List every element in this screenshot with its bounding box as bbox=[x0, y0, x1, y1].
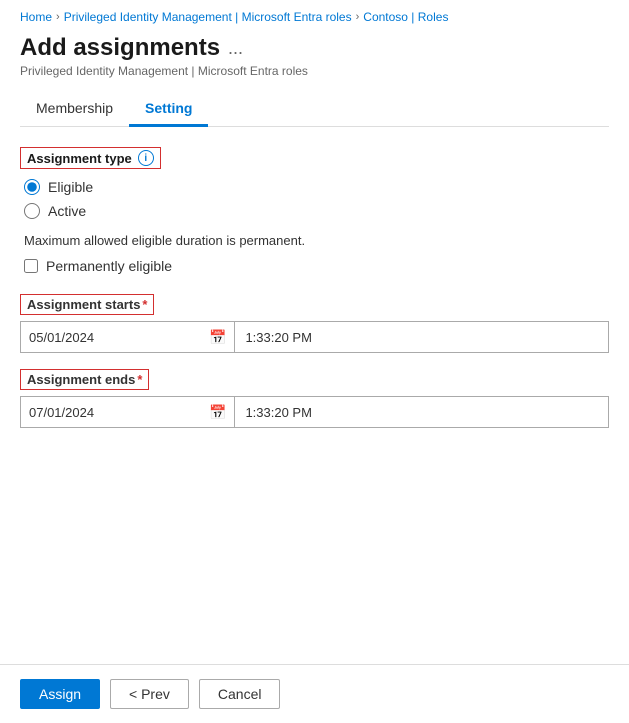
radio-active-label: Active bbox=[48, 203, 86, 219]
assignment-ends-label-text: Assignment ends bbox=[27, 372, 135, 387]
assignment-starts-time-wrap bbox=[235, 321, 609, 353]
breadcrumb-sep-2: › bbox=[356, 11, 360, 23]
settings-content: Assignment type i Eligible Active Maximu… bbox=[0, 127, 629, 664]
assignment-starts-time-input[interactable] bbox=[245, 330, 598, 345]
assignment-type-label: Assignment type i bbox=[20, 147, 161, 169]
assignment-starts-label-text: Assignment starts bbox=[27, 297, 140, 312]
assignment-starts-label: Assignment starts * bbox=[20, 294, 154, 315]
assignment-ends-required: * bbox=[137, 372, 142, 387]
tabs-bar: Membership Setting bbox=[20, 92, 609, 127]
page-title-ellipsis[interactable]: ... bbox=[228, 38, 243, 59]
breadcrumb-contoso[interactable]: Contoso | Roles bbox=[363, 10, 448, 24]
permanently-eligible-label: Permanently eligible bbox=[46, 258, 172, 274]
tab-setting[interactable]: Setting bbox=[129, 92, 208, 127]
assignment-type-info-icon[interactable]: i bbox=[138, 150, 154, 166]
assignment-ends-date-input[interactable] bbox=[29, 405, 205, 420]
breadcrumb-sep-1: › bbox=[56, 11, 60, 23]
assignment-starts-group: Assignment starts * 📅 bbox=[20, 294, 609, 353]
assignment-starts-date-wrap: 📅 bbox=[20, 321, 235, 353]
assignment-type-radio-group: Eligible Active bbox=[20, 179, 609, 219]
radio-eligible-input[interactable] bbox=[24, 179, 40, 195]
assignment-ends-date-wrap: 📅 bbox=[20, 396, 235, 428]
assignment-ends-time-input[interactable] bbox=[245, 405, 598, 420]
page-header: Add assignments ... Privileged Identity … bbox=[0, 30, 629, 80]
breadcrumb-home[interactable]: Home bbox=[20, 10, 52, 24]
footer: Assign < Prev Cancel bbox=[0, 664, 629, 723]
permanently-eligible-checkbox[interactable] bbox=[24, 259, 38, 273]
assignment-ends-time-wrap bbox=[235, 396, 609, 428]
page-subtitle: Privileged Identity Management | Microso… bbox=[20, 64, 609, 78]
breadcrumb-pim[interactable]: Privileged Identity Management | Microso… bbox=[64, 10, 352, 24]
assignment-ends-label: Assignment ends * bbox=[20, 369, 149, 390]
permanently-eligible-checkbox-wrap: Permanently eligible bbox=[20, 258, 609, 274]
assignment-ends-calendar-icon[interactable]: 📅 bbox=[209, 404, 226, 421]
page-title: Add assignments ... bbox=[20, 34, 609, 62]
page-title-text: Add assignments bbox=[20, 34, 220, 62]
tab-membership[interactable]: Membership bbox=[20, 92, 129, 127]
assignment-starts-required: * bbox=[142, 297, 147, 312]
prev-button[interactable]: < Prev bbox=[110, 679, 189, 709]
assignment-ends-inputs: 📅 bbox=[20, 396, 609, 428]
assignment-starts-calendar-icon[interactable]: 📅 bbox=[209, 329, 226, 346]
radio-eligible-label: Eligible bbox=[48, 179, 93, 195]
radio-eligible[interactable]: Eligible bbox=[24, 179, 609, 195]
eligible-info-text: Maximum allowed eligible duration is per… bbox=[20, 233, 609, 248]
cancel-button[interactable]: Cancel bbox=[199, 679, 281, 709]
assignment-starts-date-input[interactable] bbox=[29, 330, 205, 345]
breadcrumb: Home › Privileged Identity Management | … bbox=[0, 0, 629, 30]
assign-button[interactable]: Assign bbox=[20, 679, 100, 709]
assignment-type-text: Assignment type bbox=[27, 151, 132, 166]
assignment-ends-group: Assignment ends * 📅 bbox=[20, 369, 609, 428]
radio-active-input[interactable] bbox=[24, 203, 40, 219]
radio-active[interactable]: Active bbox=[24, 203, 609, 219]
assignment-starts-inputs: 📅 bbox=[20, 321, 609, 353]
